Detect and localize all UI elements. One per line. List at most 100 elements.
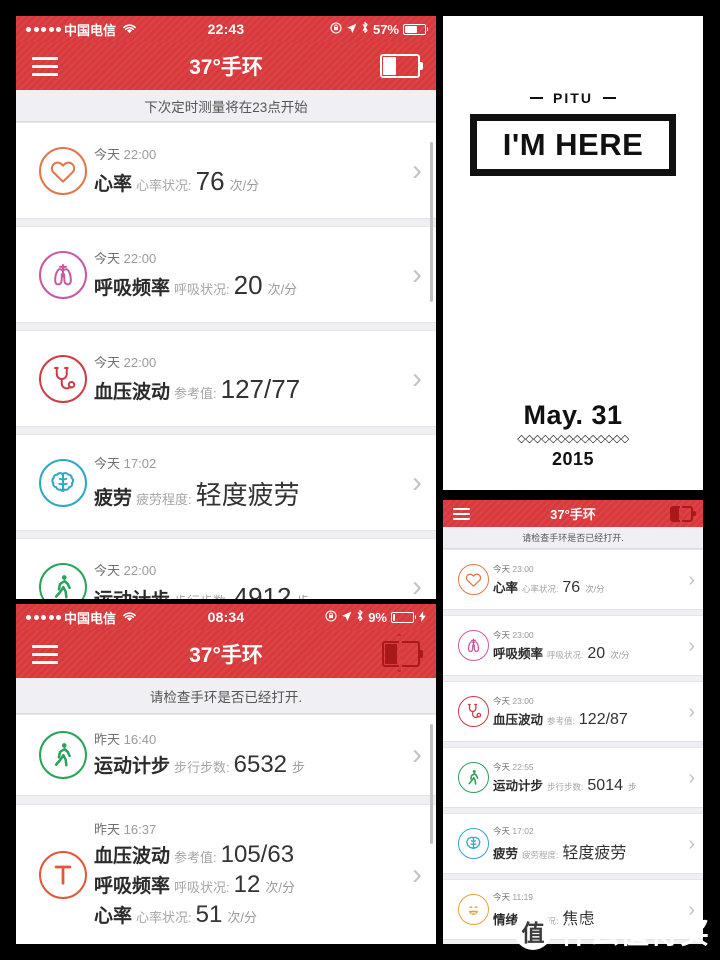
metric-row[interactable]: 今天 23:00 心率 心率状况: 76 次/分 › [443,549,703,610]
chevron-right-icon[interactable]: › [688,570,695,590]
chevron-right-icon[interactable]: › [412,155,422,186]
metric-line: 呼吸频率 呼吸状况: 12 次/分 [94,871,412,899]
metric-unit: 次/分 [585,583,605,594]
metric-row-body: 昨天 16:40 运动计步 步行步数: 6532 步 [94,729,412,781]
row-time: 22:55 [512,761,534,772]
nav-bar: 37°手环 [16,42,436,90]
metric-row[interactable]: 昨天 16:37 血压波动 参考值: 105/63 呼吸频率 呼吸状况: 12 次/分 心率 心率… [16,804,436,944]
metric-name: 血压波动 [493,712,544,727]
hamburger-icon[interactable] [453,507,470,520]
scrollbar[interactable] [430,142,433,302]
metric-row[interactable]: 今天 23:00 呼吸频率 呼吸状况: 20 次/分 › [443,615,703,676]
chevron-right-icon[interactable]: › [412,860,422,890]
walking-icon [39,562,87,599]
row-time: 17:02 [512,825,534,836]
metric-line: 呼吸频率 呼吸状况: 20 次/分 [493,643,688,663]
status-bar: 中国电信 22:43 57% [16,16,436,42]
nav-right[interactable] [380,54,423,78]
nav-bar: 37°手环 [443,500,703,527]
lungs-icon [457,630,489,661]
metric-value: 76 [195,166,225,196]
bracelet-battery-icon[interactable] [380,54,423,78]
chevron-right-icon[interactable]: › [688,900,695,920]
metric-label: 疲劳程度: [522,849,559,860]
metric-name: 运动计步 [493,778,544,793]
chevron-right-icon[interactable]: › [688,768,695,788]
metric-icon-wrap [32,354,94,403]
metric-label: 疲劳程度: [136,492,192,507]
row-timestamp: 今天 22:00 [94,248,412,267]
metric-unit: 步 [627,781,637,792]
row-timestamp: 昨天 16:37 [94,819,412,838]
metric-row[interactable]: 今天 11:19 情绪 情绪状况: 焦虑 › [443,879,703,940]
row-timestamp: 今天 11:19 [493,891,688,903]
chevron-right-icon[interactable]: › [412,363,422,394]
metric-row-body: 今天 23:00 心率 心率状况: 76 次/分 [493,563,688,597]
scrollbar[interactable] [430,724,433,844]
metric-icon-wrap [32,562,94,599]
chevron-right-icon[interactable]: › [412,740,422,770]
chevron-right-icon[interactable]: › [412,259,422,290]
metric-value: 20 [233,270,263,300]
metric-row[interactable]: 今天 22:00 呼吸频率 呼吸状况: 20 次/分 › [16,226,436,323]
row-day: 今天 [94,355,121,370]
metric-name: 运动计步 [94,585,170,599]
metric-line: 心率 心率状况: 76 次/分 [493,577,688,597]
bracelet-battery-disconnected-icon[interactable]: ⌃ ⌄ [382,634,423,674]
row-time: 22:00 [123,355,157,370]
metric-label: 心率状况: [136,178,192,193]
metric-row[interactable]: 今天 22:00 心率 心率状况: 76 次/分 › [16,122,436,219]
metric-unit: 次/分 [265,880,295,895]
row-day: 今天 [94,251,121,266]
pitu-photo-card: PITU I'M HERE May. 31 ◇◇◇◇◇◇◇◇◇◇◇◇◇◇ 201… [443,16,703,490]
brain-icon [457,828,489,859]
metric-row[interactable]: 今天 17:02 疲劳 疲劳程度: 轻度疲劳 › [16,434,436,531]
metric-value: 焦虑 [562,910,595,928]
row-timestamp: 今天 23:00 [493,629,688,641]
nav-right[interactable]: ⌃ ⌄ [382,634,423,674]
row-day: 今天 [493,761,511,772]
metric-icon-wrap [453,828,493,859]
metric-row[interactable]: 今天 22:00 运动计步步行步数:4912 步 › [16,538,436,599]
row-time: 16:40 [123,732,157,747]
metric-value: 127/77 [220,374,301,404]
hamburger-icon[interactable] [32,644,58,664]
chevron-right-icon[interactable]: › [688,702,695,722]
metric-icon-wrap [32,458,94,507]
metric-label: 呼吸状况: [174,282,230,297]
metric-row-body: 今天 11:19 情绪 情绪状况: 焦虑 [493,891,688,929]
chevron-right-icon[interactable]: › [688,636,695,656]
chevron-right-icon[interactable]: › [688,834,695,854]
metric-row-body: 今天 17:02 疲劳 疲劳程度: 轻度疲劳 [493,825,688,863]
hamburger-icon[interactable] [32,56,58,76]
metrics-list: 昨天 16:40 运动计步 步行步数: 6532 步 › 昨天 16:37 血压波动 参考值: 1… [16,714,436,944]
row-day: 今天 [493,563,511,574]
metric-name: 疲劳 [94,488,133,509]
metric-row[interactable]: 今天 23:00 血压波动 参考值: 122/87 › [443,681,703,742]
metric-row[interactable]: 今天 17:02 疲劳 疲劳程度: 轻度疲劳 › [443,813,703,874]
metric-row-body: 今天 22:00 呼吸频率 呼吸状况: 20 次/分 [94,248,412,301]
metric-row[interactable]: 昨天 16:40 运动计步 步行步数: 6532 步 › [16,714,436,796]
metric-line: 心率 心率状况: 51 次/分 [94,901,412,929]
row-time: 22:00 [123,563,157,578]
metric-value: 4912 [233,582,292,599]
row-timestamp: 今天 17:02 [493,825,688,837]
bracelet-battery-disconnected-icon[interactable] [670,505,696,522]
metric-line: 呼吸频率 呼吸状况: 20 次/分 [94,270,412,301]
nav-right[interactable] [670,505,696,522]
pitu-kicker: PITU [443,90,703,106]
chevron-right-icon[interactable]: › [412,467,422,498]
dash-right-icon [602,97,616,99]
metric-label: 呼吸状况: [547,649,584,660]
metric-name: 呼吸频率 [94,876,171,897]
stethoscope-icon [39,354,87,403]
metric-row[interactable]: 今天 22:00 血压波动 参考值: 127/77 › [16,330,436,427]
row-time: 22:00 [123,251,157,266]
pitu-year: 2015 [551,449,595,469]
chevron-right-icon[interactable]: › [412,571,422,599]
metric-line: 血压波动 参考值: 105/63 [94,841,412,869]
row-day: 今天 [94,456,121,471]
row-time: 17:02 [123,456,157,471]
metric-row-body: 昨天 16:37 血压波动 参考值: 105/63 呼吸频率 呼吸状况: 12 次/分 心率 心率… [94,819,412,931]
metric-row[interactable]: 今天 22:55 运动计步 步行步数: 5014 步 › [443,747,703,808]
